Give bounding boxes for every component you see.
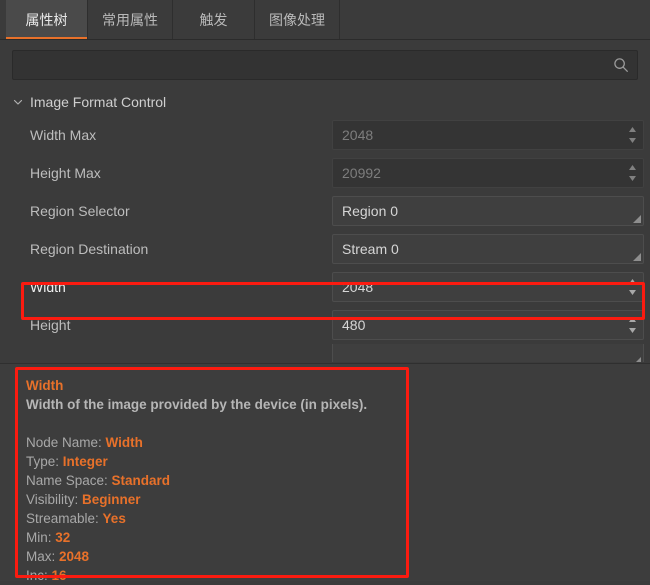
field-value: Standard — [111, 473, 171, 488]
node-description-panel: Width Width of the image provided by the… — [0, 363, 650, 583]
dropdown-corner-icon[interactable] — [633, 357, 641, 362]
property-label: Region Selector — [30, 203, 130, 219]
property-value: 20992 — [342, 165, 381, 181]
spinner-arrows-icon — [629, 165, 636, 181]
property-tree: Image Format Control Width Max 2048 Heig… — [0, 88, 650, 366]
region-destination-combobox[interactable]: Stream 0 — [332, 234, 644, 264]
region-selector-combobox[interactable]: Region 0 — [332, 196, 644, 226]
spinner-arrows-icon[interactable] — [628, 278, 637, 296]
property-value: Stream 0 — [342, 241, 399, 257]
field-label: Node Name: — [26, 435, 106, 450]
tab-label: 属性树 — [25, 11, 68, 28]
description-field-max: Max: 2048 — [26, 547, 650, 566]
chevron-down-icon[interactable] — [12, 96, 24, 108]
dropdown-corner-icon[interactable] — [633, 253, 641, 261]
field-value: Beginner — [82, 492, 141, 507]
property-row-height-max[interactable]: Height Max 20992 — [0, 154, 650, 192]
property-row-width[interactable]: Width 2048 — [0, 268, 650, 306]
property-value: 2048 — [342, 279, 374, 295]
tab-common-properties[interactable]: 常用属性 — [88, 0, 173, 39]
tab-label: 常用属性 — [102, 11, 158, 28]
tab-property-tree[interactable]: 属性树 — [6, 0, 88, 39]
description-text: Width of the image provided by the devic… — [26, 397, 368, 412]
partial-combobox[interactable] — [332, 344, 644, 362]
tab-bar: 属性树 常用属性 触发 图像处理 — [0, 0, 650, 40]
width-max-spinbox: 2048 — [332, 120, 644, 150]
description-field-inc: Inc: 16 — [26, 566, 650, 585]
property-label: Height Max — [30, 165, 101, 181]
property-label: Height — [30, 317, 71, 333]
description-field-min: Min: 32 — [26, 528, 650, 547]
width-spinbox[interactable]: 2048 — [332, 272, 644, 302]
spinner-arrows-icon[interactable] — [628, 316, 637, 334]
spinner-arrows-icon — [629, 127, 636, 143]
description-field-node-name: Node Name: Width — [26, 433, 650, 452]
property-row-region-destination[interactable]: Region Destination Stream 0 — [0, 230, 650, 268]
search-box[interactable] — [12, 50, 638, 80]
description-field-visibility: Visibility: Beginner — [26, 490, 650, 509]
search-icon[interactable] — [613, 57, 629, 73]
property-row-width-max[interactable]: Width Max 2048 — [0, 116, 650, 154]
tab-image-processing[interactable]: 图像处理 — [255, 0, 340, 39]
property-value: 480 — [342, 317, 366, 333]
height-spinbox[interactable]: 480 — [332, 310, 644, 340]
field-label: Type: — [26, 454, 63, 469]
property-label: Width Max — [30, 127, 97, 143]
field-value: Width — [105, 435, 143, 450]
section-header-image-format-control[interactable]: Image Format Control — [0, 88, 650, 116]
field-label: Visibility: — [26, 492, 83, 507]
property-row-partial[interactable] — [0, 344, 650, 362]
description-field-type: Type: Integer — [26, 452, 650, 471]
field-value: 32 — [55, 530, 71, 545]
search-area — [0, 40, 650, 88]
property-row-height[interactable]: Height 480 — [0, 306, 650, 344]
field-label: Streamable: — [26, 511, 103, 526]
field-label: Max: — [26, 549, 60, 564]
tab-trigger[interactable]: 触发 — [173, 0, 255, 39]
property-value: 2048 — [342, 127, 374, 143]
search-input[interactable] — [13, 57, 637, 73]
description-field-streamable: Streamable: Yes — [26, 509, 650, 528]
field-label: Min: — [26, 530, 56, 545]
description-title: Width — [26, 378, 64, 393]
property-value: Region 0 — [342, 203, 399, 219]
tab-label: 触发 — [199, 11, 228, 28]
property-row-region-selector[interactable]: Region Selector Region 0 — [0, 192, 650, 230]
description-field-name-space: Name Space: Standard — [26, 471, 650, 490]
field-value: Integer — [62, 454, 108, 469]
section-label: Image Format Control — [30, 94, 167, 110]
field-value: 2048 — [59, 549, 90, 564]
field-value: Yes — [102, 511, 126, 526]
height-max-spinbox: 20992 — [332, 158, 644, 188]
field-label: Name Space: — [26, 473, 112, 488]
dropdown-corner-icon[interactable] — [633, 215, 641, 223]
property-label: Region Destination — [30, 241, 149, 257]
tab-label: 图像处理 — [269, 11, 325, 28]
property-label: Width — [30, 279, 66, 295]
